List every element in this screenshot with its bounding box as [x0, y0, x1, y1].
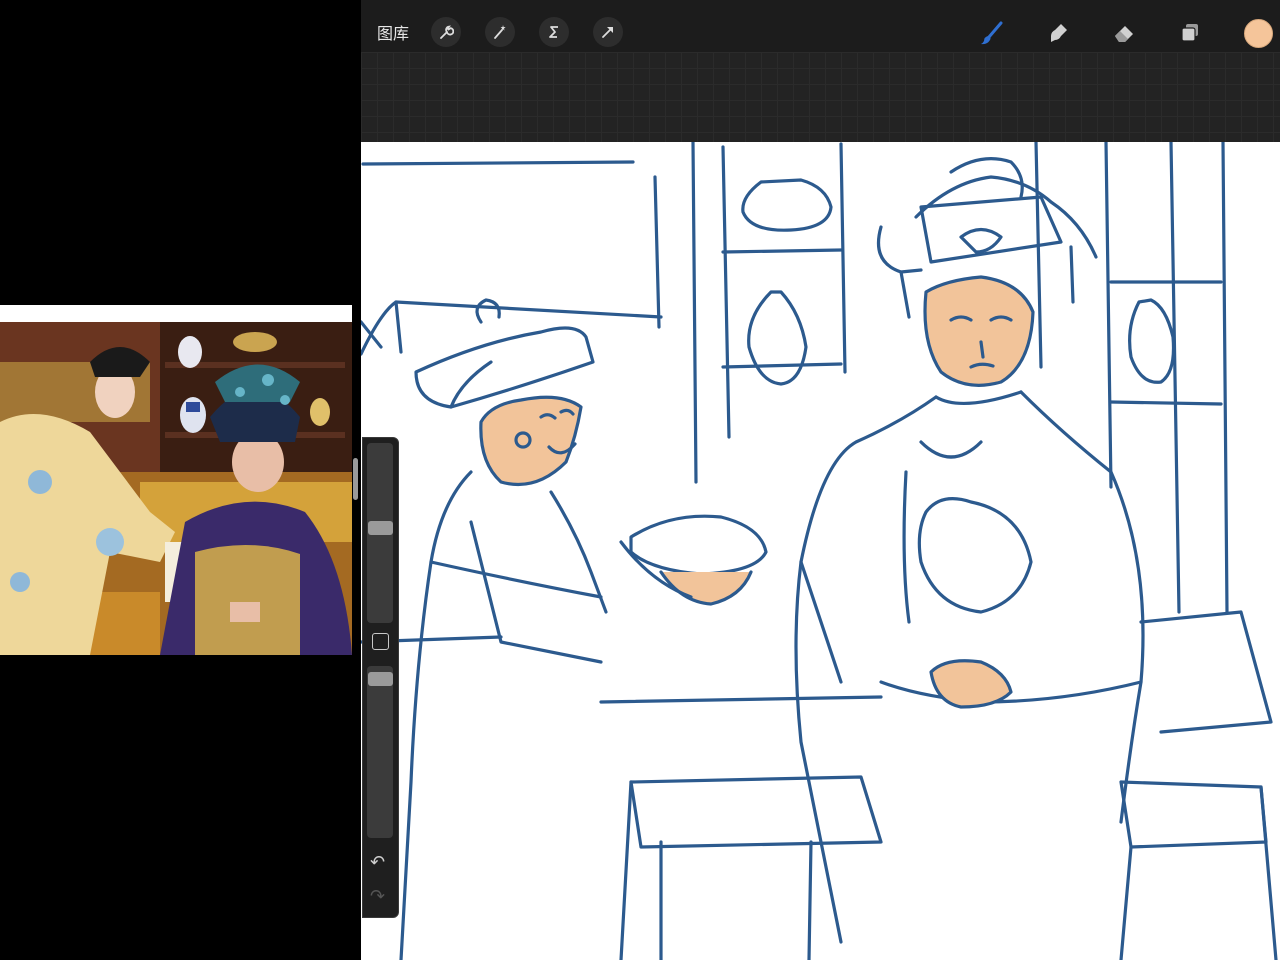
procreate-app: 图库 — [361, 0, 1280, 960]
gallery-button[interactable]: 图库 — [377, 20, 409, 44]
selection-button[interactable] — [539, 17, 569, 47]
smudge-button[interactable] — [1041, 16, 1075, 50]
eraser-button[interactable] — [1107, 16, 1141, 50]
layers-button[interactable] — [1173, 16, 1207, 50]
reference-image-card — [0, 305, 352, 655]
split-view-handle[interactable] — [353, 458, 358, 500]
top-toolbar: 图库 — [361, 0, 1280, 52]
canvas-background-grid — [361, 52, 1280, 142]
sketch-artwork — [361, 142, 1278, 960]
reference-photo — [0, 322, 352, 655]
brush-size-slider[interactable] — [367, 443, 393, 623]
adjustments-button[interactable] — [485, 17, 515, 47]
layers-icon — [1181, 24, 1198, 42]
color-swatch[interactable] — [1244, 19, 1273, 48]
eraser-icon — [1115, 26, 1133, 42]
transform-button[interactable] — [593, 17, 623, 47]
brush-opacity-thumb[interactable] — [368, 672, 393, 686]
redo-icon[interactable]: ↷ — [370, 886, 385, 907]
actions-button[interactable] — [431, 17, 461, 47]
wrench-icon — [440, 25, 454, 39]
undo-icon[interactable]: ↶ — [370, 852, 385, 873]
drawing-canvas[interactable] — [361, 142, 1280, 960]
brush-button[interactable] — [975, 16, 1009, 50]
modify-button[interactable] — [372, 633, 389, 650]
brush-opacity-slider[interactable] — [367, 666, 393, 838]
brush-sidebar: ↶ ↷ — [362, 437, 399, 918]
transform-arrow-icon — [602, 27, 613, 38]
magic-wand-icon — [494, 25, 506, 39]
selection-s-icon — [549, 26, 558, 38]
reference-pane — [0, 0, 361, 960]
brush-size-thumb[interactable] — [368, 521, 393, 535]
brush-icon — [981, 21, 1003, 45]
smudge-icon — [1051, 24, 1067, 42]
